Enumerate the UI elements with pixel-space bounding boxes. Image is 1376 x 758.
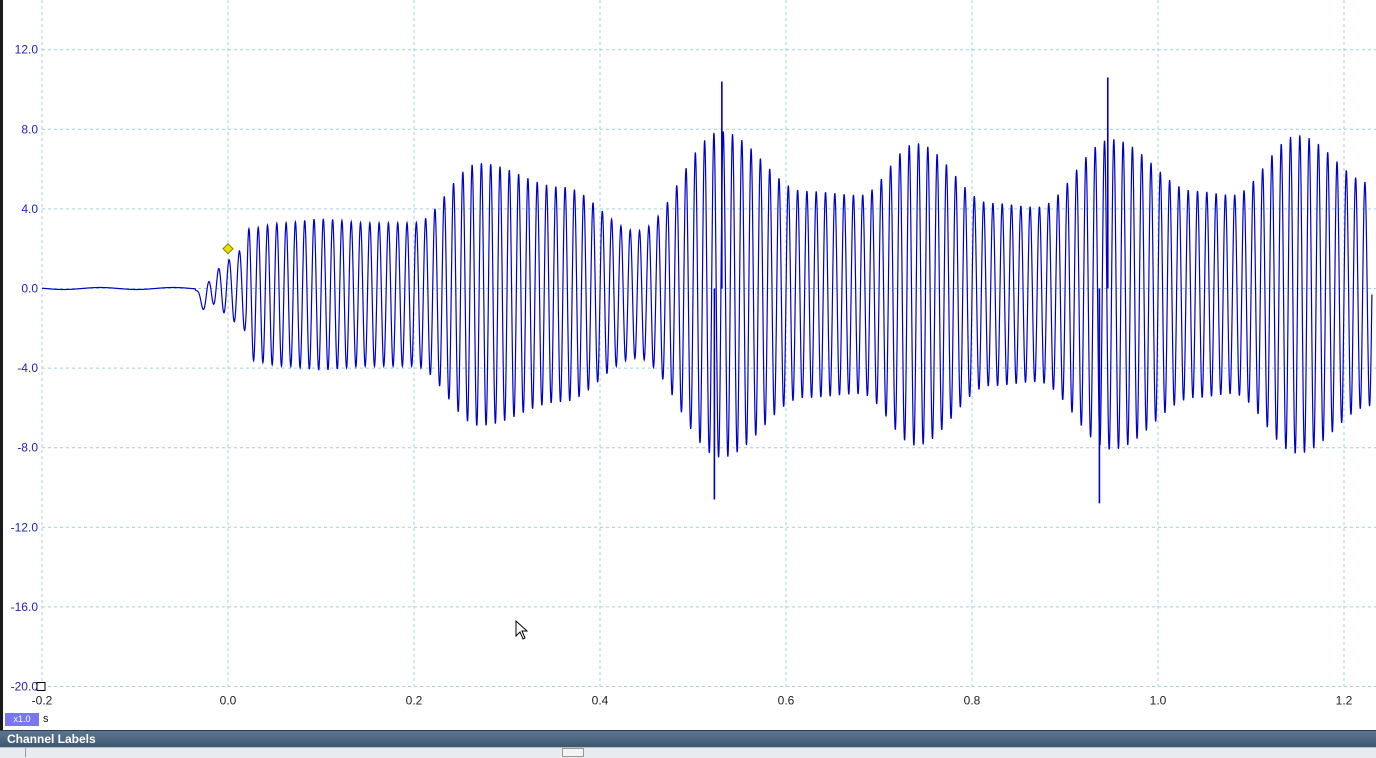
x-unit-label: s xyxy=(43,713,49,725)
waveform-series-line xyxy=(41,131,1373,458)
y-tick-label-7: -16.0 xyxy=(11,600,39,614)
x-tick-label-1: 0.0 xyxy=(220,694,237,708)
x-tick-label-2: 0.2 xyxy=(406,694,423,708)
x-tick-label-4: 0.6 xyxy=(778,694,795,708)
y-tick-label-6: -12.0 xyxy=(11,520,39,534)
zoom-badge[interactable]: x1.0 xyxy=(5,713,39,726)
y-tick-label-8: -20.0 xyxy=(11,680,39,694)
ruler-handle xyxy=(36,682,46,691)
mouse-pointer-icon xyxy=(515,620,529,640)
column-separator xyxy=(25,748,26,757)
trigger-marker xyxy=(222,242,234,255)
window-edge xyxy=(0,0,3,730)
y-tick-label-2: 4.0 xyxy=(21,202,38,216)
channel-labels-table[interactable] xyxy=(0,747,1376,758)
x-tick-label-7: 1.2 xyxy=(1336,694,1353,708)
y-tick-label-3: 0.0 xyxy=(21,282,38,296)
channel-labels-panel-header[interactable]: Channel Labels xyxy=(0,730,1376,748)
x-tick-label-0: -0.2 xyxy=(32,694,53,708)
x-tick-label-5: 0.8 xyxy=(964,694,981,708)
waveform-chart[interactable]: 12.0 8.0 4.0 0.0 -4.0 -8.0 -12.0 -16.0 -20.0-0.2… xyxy=(0,0,1376,710)
y-tick-label-0: 12.0 xyxy=(15,43,39,57)
channel-labels-title: Channel Labels xyxy=(7,732,96,746)
x-tick-label-6: 1.0 xyxy=(1150,694,1167,708)
y-tick-label-1: 8.0 xyxy=(21,122,38,136)
scope-view[interactable]: 12.0 8.0 4.0 0.0 -4.0 -8.0 -12.0 -16.0 -20.0 -0.2… xyxy=(0,0,1376,730)
x-tick-label-3: 0.4 xyxy=(592,694,609,708)
y-tick-label-5: -8.0 xyxy=(17,441,38,455)
y-tick-label-4: -4.0 xyxy=(17,361,38,375)
channel-color-swatch[interactable] xyxy=(562,748,584,757)
